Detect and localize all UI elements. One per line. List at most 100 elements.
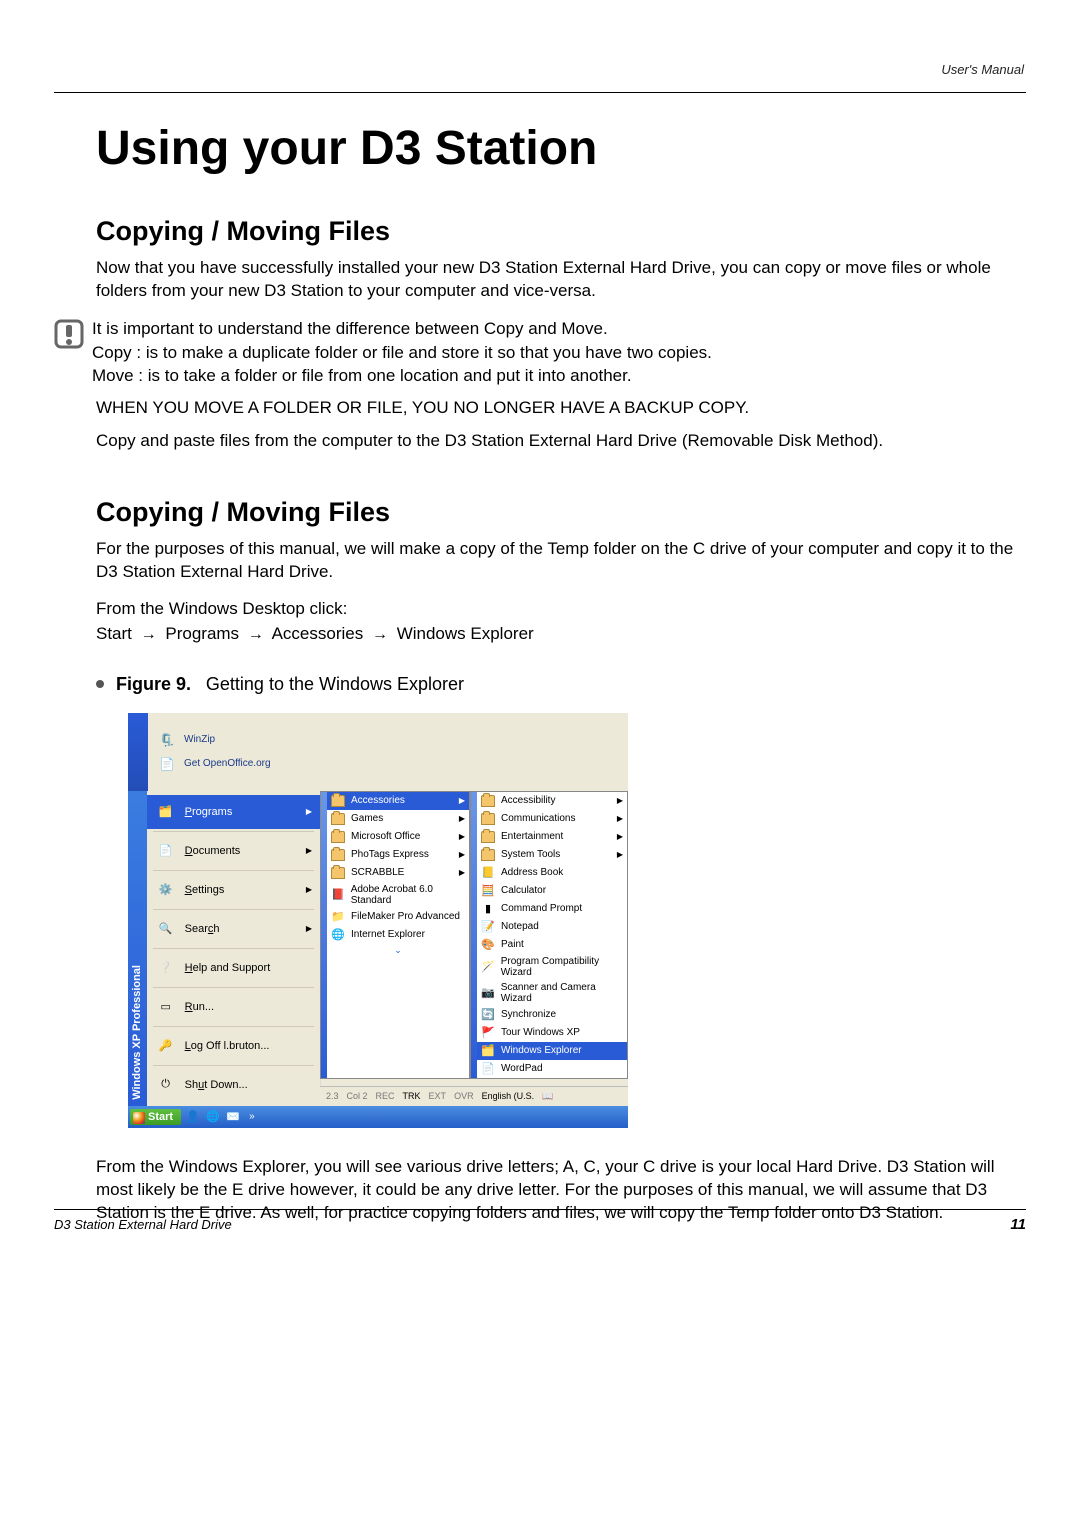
chevron-right-icon: ▶ [306, 846, 312, 855]
submenu-compat[interactable]: 🪄Program Compatibility Wizard [477, 954, 627, 980]
documents-icon: 📄 [155, 840, 177, 862]
page-title: Using your D3 Station [96, 121, 1026, 176]
status-seg: 2.3 [326, 1091, 339, 1101]
notice-line1: It is important to understand the differ… [92, 317, 712, 341]
submenu-communications[interactable]: Communications▶ [477, 810, 627, 828]
chevron-right-icon: ▶ [306, 807, 312, 816]
start-item-programs[interactable]: 🗂️ Programs ▶ [147, 795, 320, 829]
page-number: 11 [1010, 1216, 1026, 1233]
ooo-icon: 📄 [158, 755, 176, 773]
folder-icon [481, 848, 495, 862]
submenu-filemaker[interactable]: 📁 FileMaker Pro Advanced [327, 908, 469, 926]
submenu-label: Internet Explorer [351, 929, 425, 940]
programs-submenu: Accessories▶ Games▶ Microsoft Office▶ Ph… [320, 791, 470, 1079]
path-windows-explorer: Windows Explorer [397, 624, 534, 643]
submenu-acrobat[interactable]: 📕Adobe Acrobat 6.0 Standard [327, 882, 469, 908]
start-item-run[interactable]: ▭ Run... [147, 990, 320, 1024]
arrow-icon: → [141, 624, 157, 646]
chevron-down-icon[interactable]: ⌄ [327, 944, 469, 957]
submenu-label: Command Prompt [501, 903, 582, 914]
separator [153, 831, 314, 832]
chevron-right-icon: ▶ [617, 850, 623, 859]
taskbar-chevron-icon[interactable]: » [245, 1111, 259, 1122]
section2-p1: For the purposes of this manual, we will… [96, 538, 1026, 584]
start-item-logoff[interactable]: 🔑 Log Off l.bruton... [147, 1029, 320, 1063]
start-item-documents[interactable]: 📄 Documents ▶ [147, 834, 320, 868]
pinned-winzip[interactable]: 🗜️ WinZip [158, 731, 271, 749]
pinned-label: WinZip [184, 734, 215, 745]
chevron-right-icon: ▶ [459, 868, 465, 877]
run-icon: ▭ [155, 996, 177, 1018]
start-item-label: Documents [185, 845, 241, 857]
programs-icon: 🗂️ [155, 801, 177, 823]
logoff-icon: 🔑 [155, 1035, 177, 1057]
calc-icon: 🧮 [481, 884, 495, 898]
submenu-tour[interactable]: 🚩Tour Windows XP [477, 1024, 627, 1042]
submenu-label: Accessibility [501, 795, 555, 806]
app-icon: 📁 [331, 910, 345, 924]
submenu-label: Tour Windows XP [501, 1027, 580, 1038]
submenu-label: Address Book [501, 867, 563, 878]
separator [153, 948, 314, 949]
start-item-label: Search [185, 923, 220, 935]
folder-icon [331, 794, 345, 808]
taskbar-ie-icon[interactable]: 🌐 [205, 1109, 221, 1125]
start-menu-column: 🗂️ Programs ▶ 📄 Documents ▶ ⚙️ Settings … [147, 791, 320, 1106]
explorer-icon: 🗂️ [481, 1044, 495, 1058]
submenu-wordpad[interactable]: 📄WordPad [477, 1060, 627, 1078]
submenu-label: System Tools [501, 849, 560, 860]
path-start: Start [96, 624, 132, 643]
cmd-icon: ▮ [481, 902, 495, 916]
submenu-scrabble[interactable]: SCRABBLE▶ [327, 864, 469, 882]
submenu-accessibility[interactable]: Accessibility▶ [477, 792, 627, 810]
submenu-label: Communications [501, 813, 575, 824]
folder-icon [481, 830, 495, 844]
submenu-systemtools[interactable]: System Tools ▶ [477, 846, 627, 864]
footer-left: D3 Station External Hard Drive [54, 1217, 232, 1232]
submenu-ie[interactable]: 🌐Internet Explorer [327, 926, 469, 944]
submenu-msoffice[interactable]: Microsoft Office▶ [327, 828, 469, 846]
submenu-photags[interactable]: PhoTags Express▶ [327, 846, 469, 864]
taskbar: Start 👤 🌐 ✉️ » [128, 1106, 628, 1128]
pinned-label: Get OpenOffice.org [184, 758, 271, 769]
bullet-icon [96, 680, 104, 688]
start-item-settings[interactable]: ⚙️ Settings ▶ [147, 873, 320, 907]
start-item-help[interactable]: ❔ Help and Support [147, 951, 320, 985]
pinned-openoffice[interactable]: 📄 Get OpenOffice.org [158, 755, 271, 773]
folder-icon [331, 830, 345, 844]
separator [153, 1065, 314, 1066]
submenu-notepad[interactable]: 📝 Notepad [477, 918, 627, 936]
caution-icon [54, 317, 92, 349]
section1-heading: Copying / Moving Files [96, 216, 1026, 247]
folder-icon [331, 866, 345, 880]
submenu-addressbook[interactable]: 📒Address Book [477, 864, 627, 882]
submenu-cmd[interactable]: ▮ Command Prompt [477, 900, 627, 918]
submenu-label: FileMaker Pro Advanced [351, 911, 460, 922]
start-item-label: Help and Support [185, 962, 271, 974]
start-item-label: Run... [185, 1001, 214, 1013]
submenu-label: Notepad [501, 921, 539, 932]
header-manual: User's Manual [941, 62, 1024, 77]
notepad-icon: 📝 [481, 920, 495, 934]
start-item-label: Settings [185, 884, 225, 896]
winzip-icon: 🗜️ [158, 731, 176, 749]
taskbar-icon[interactable]: 👤 [185, 1109, 201, 1125]
start-item-label: Log Off l.bruton... [185, 1040, 270, 1052]
submenu-accessories[interactable]: Accessories▶ [327, 792, 469, 810]
submenu-entertainment[interactable]: Entertainment▶ [477, 828, 627, 846]
status-ovr: OVR [454, 1091, 474, 1101]
start-item-shutdown[interactable]: ⏻ Shut Down... [147, 1068, 320, 1102]
submenu-scanner[interactable]: 📷Scanner and Camera Wizard [477, 980, 627, 1006]
submenu-synchronize[interactable]: 🔄Synchronize [477, 1006, 627, 1024]
submenu-paint[interactable]: 🎨Paint [477, 936, 627, 954]
submenu-games[interactable]: Games▶ [327, 810, 469, 828]
chevron-right-icon: ▶ [459, 814, 465, 823]
submenu-windows-explorer[interactable]: 🗂️Windows Explorer [477, 1042, 627, 1060]
status-rec: REC [376, 1091, 395, 1101]
notice-line2: Copy : is to make a duplicate folder or … [92, 341, 712, 365]
start-button[interactable]: Start [130, 1109, 181, 1125]
start-item-search[interactable]: 🔍 Search ▶ [147, 912, 320, 946]
chevron-right-icon: ▶ [459, 832, 465, 841]
taskbar-mail-icon[interactable]: ✉️ [225, 1109, 241, 1125]
submenu-calculator[interactable]: 🧮Calculator [477, 882, 627, 900]
